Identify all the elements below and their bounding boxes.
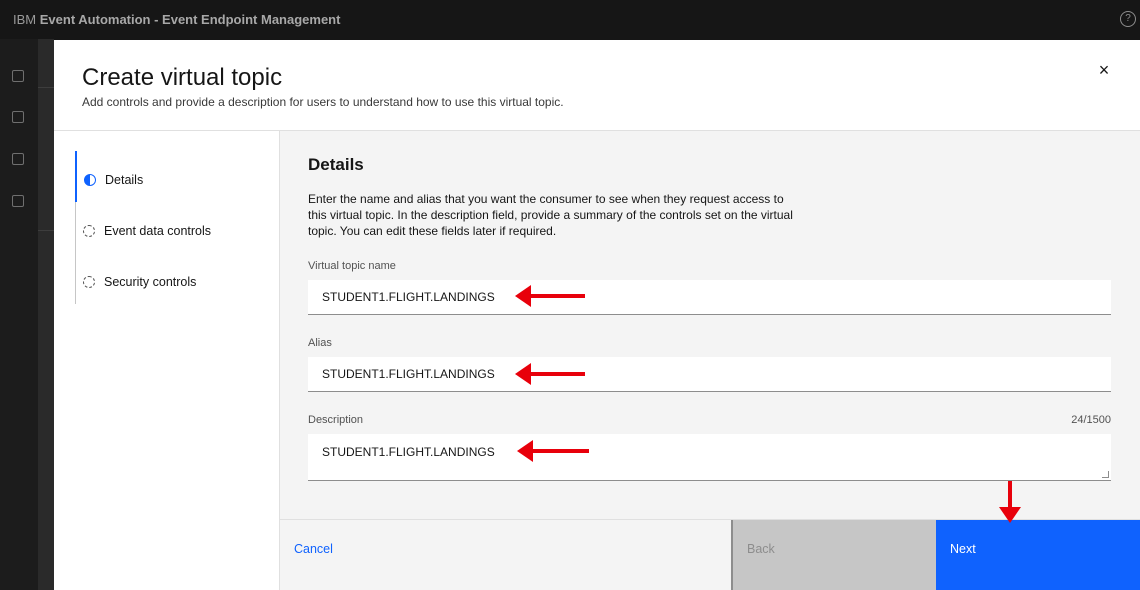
form-heading: Details (308, 155, 364, 174)
modal-header: Create virtual topic Add controls and pr… (54, 40, 1140, 131)
resize-handle-icon[interactable] (1102, 471, 1109, 478)
document-icon[interactable] (12, 153, 24, 165)
cancel-button[interactable]: Cancel (280, 520, 731, 590)
step-label: Security controls (104, 275, 197, 289)
help-icon[interactable]: ? (1120, 11, 1136, 27)
app-sidebar (0, 39, 38, 590)
modal-subtitle: Add controls and provide a description f… (82, 95, 564, 109)
app-title-text: Event Automation - Event Endpoint Manage… (39, 12, 341, 27)
brand-prefix: IBM (13, 12, 37, 27)
edit-icon[interactable] (12, 111, 24, 123)
close-icon[interactable]: × (1094, 60, 1114, 80)
step-incomplete-icon (83, 276, 95, 288)
alias-input[interactable] (308, 357, 1111, 392)
catalog-icon[interactable] (12, 70, 24, 82)
progress-indicator: Details Event data controls Security con… (54, 131, 280, 590)
modal-footer: Cancel Back Next (280, 519, 1140, 590)
description-label: Description (308, 414, 364, 426)
step-details[interactable]: Details (75, 151, 275, 202)
annotation-arrow-left-icon (515, 363, 585, 385)
app-content-strip (38, 39, 54, 590)
app-title: IBM Event Automation - Event Endpoint Ma… (13, 12, 340, 27)
annotation-arrow-left-icon (515, 285, 585, 307)
character-counter: 24/1500 (1071, 414, 1111, 426)
alias-label: Alias (308, 337, 332, 349)
step-event-data-controls[interactable]: Event data controls (75, 202, 275, 253)
back-button: Back (731, 520, 936, 590)
modal-title: Create virtual topic (82, 64, 283, 91)
annotation-arrow-left-icon (517, 440, 589, 462)
app-header: IBM Event Automation - Event Endpoint Ma… (0, 0, 1140, 39)
step-label: Event data controls (104, 224, 212, 238)
step-security-controls[interactable]: Security controls (75, 253, 275, 304)
next-button[interactable]: Next (936, 520, 1140, 590)
topic-name-label: Virtual topic name (308, 260, 396, 272)
step-label: Details (105, 173, 144, 187)
details-form: Details Enter the name and alias that yo… (280, 131, 1140, 519)
description-textarea[interactable]: STUDENT1.FLIGHT.LANDINGS (308, 434, 1111, 481)
topic-name-input[interactable] (308, 280, 1111, 315)
gateway-icon[interactable] (12, 195, 24, 207)
step-current-icon (84, 174, 96, 186)
form-description: Enter the name and alias that you want t… (308, 192, 793, 238)
step-incomplete-icon (83, 225, 95, 237)
description-value: STUDENT1.FLIGHT.LANDINGS (322, 445, 495, 459)
create-virtual-topic-modal: Create virtual topic Add controls and pr… (54, 40, 1140, 590)
annotation-arrow-down-icon (999, 481, 1021, 523)
